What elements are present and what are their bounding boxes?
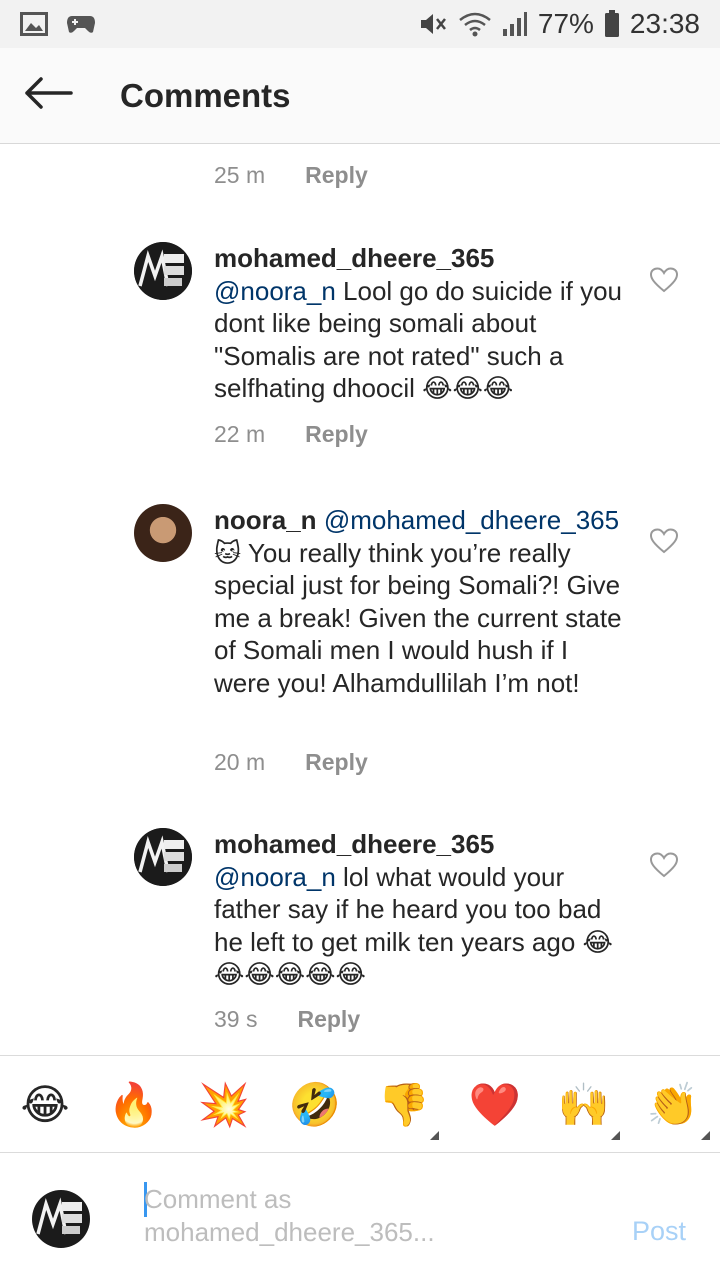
emoji-button-fire[interactable]: 🔥 xyxy=(107,1078,161,1132)
comments-list[interactable]: 25 m Reply mohamed_dheere_365 @noora_n L… xyxy=(0,145,720,1055)
avatar[interactable] xyxy=(134,242,192,300)
back-button[interactable] xyxy=(0,48,96,144)
comment-meta: 39 s Reply xyxy=(214,1006,360,1033)
comment-input-placeholder-line1: Comment as xyxy=(144,1184,292,1214)
emoji-quick-bar: 😂 🔥 💥 🤣 👎 ❤️ 🙌 👏 xyxy=(0,1055,720,1153)
money-makin-malis-logo xyxy=(134,242,192,300)
comment-body: mohamed_dheere_365 @noora_n Lool go do s… xyxy=(214,242,624,405)
money-makin-malis-logo xyxy=(134,828,192,886)
header: Comments xyxy=(0,48,720,144)
skin-tone-indicator-icon xyxy=(430,1131,439,1140)
comment-meta: 25 m Reply xyxy=(214,162,368,189)
comment-mention[interactable]: @noora_n xyxy=(214,862,336,892)
comment-body: noora_n @mohamed_dheere_365 🐱 You really… xyxy=(214,504,624,699)
avatar[interactable] xyxy=(134,828,192,886)
comment-input-placeholder-line2: mohamed_dheere_365... xyxy=(144,1217,435,1247)
comment-meta: 22 m Reply xyxy=(214,421,368,448)
signal-icon xyxy=(502,11,528,37)
comment-time: 20 m xyxy=(214,749,266,775)
emoji-button-clap[interactable]: 👏 xyxy=(646,1078,700,1132)
comment-username[interactable]: mohamed_dheere_365 xyxy=(214,828,624,861)
emoji-button-heart[interactable]: ❤️ xyxy=(468,1078,522,1132)
avatar[interactable] xyxy=(134,504,192,562)
comment-text: 🐱 You really think you’re really special… xyxy=(214,537,622,698)
post-button[interactable]: Post xyxy=(632,1216,686,1247)
reply-button[interactable]: Reply xyxy=(305,749,368,776)
reply-button[interactable]: Reply xyxy=(297,1006,360,1033)
emoji-button-rofl[interactable]: 🤣 xyxy=(288,1078,342,1132)
like-heart-icon[interactable] xyxy=(649,852,679,878)
mute-icon xyxy=(418,11,448,37)
page-title: Comments xyxy=(120,76,291,114)
game-controller-icon xyxy=(66,13,96,35)
battery-icon xyxy=(604,10,620,38)
reply-button[interactable]: Reply xyxy=(305,421,368,448)
reply-button[interactable]: Reply xyxy=(305,162,368,189)
comment-input[interactable]: Comment as mohamed_dheere_365... xyxy=(144,1183,464,1249)
wifi-icon xyxy=(458,11,492,37)
comment-username[interactable]: mohamed_dheere_365 xyxy=(214,242,624,275)
battery-percent: 77% xyxy=(537,8,594,39)
comment-time: 22 m xyxy=(214,421,266,447)
comment-username[interactable]: noora_n xyxy=(214,505,317,535)
back-arrow-icon xyxy=(23,76,73,115)
comment-mention[interactable]: @noora_n xyxy=(214,276,336,306)
emoji-button-collision[interactable]: 💥 xyxy=(197,1078,251,1132)
status-bar: 77% 23:38 xyxy=(0,0,720,48)
compose-avatar xyxy=(32,1190,90,1248)
like-heart-icon[interactable] xyxy=(649,267,679,293)
skin-tone-indicator-icon xyxy=(701,1131,710,1140)
skin-tone-indicator-icon xyxy=(611,1131,620,1140)
emoji-button-raised-hands[interactable]: 🙌 xyxy=(557,1078,611,1132)
like-heart-icon[interactable] xyxy=(649,528,679,554)
comment-time: 25 m xyxy=(214,162,266,188)
emoji-button-tears-of-joy[interactable]: 😂 xyxy=(18,1078,72,1132)
emoji-button-thumbs-down[interactable]: 👎 xyxy=(377,1078,431,1132)
gallery-icon xyxy=(20,12,48,36)
comment-time: 39 s xyxy=(214,1006,258,1032)
comment-body: mohamed_dheere_365 @noora_n lol what wou… xyxy=(214,828,624,991)
comment-meta: 20 m Reply xyxy=(214,749,368,776)
comment-mention[interactable]: @mohamed_dheere_365 xyxy=(324,505,619,535)
clock: 23:38 xyxy=(629,8,700,39)
money-makin-malis-logo xyxy=(32,1190,90,1248)
